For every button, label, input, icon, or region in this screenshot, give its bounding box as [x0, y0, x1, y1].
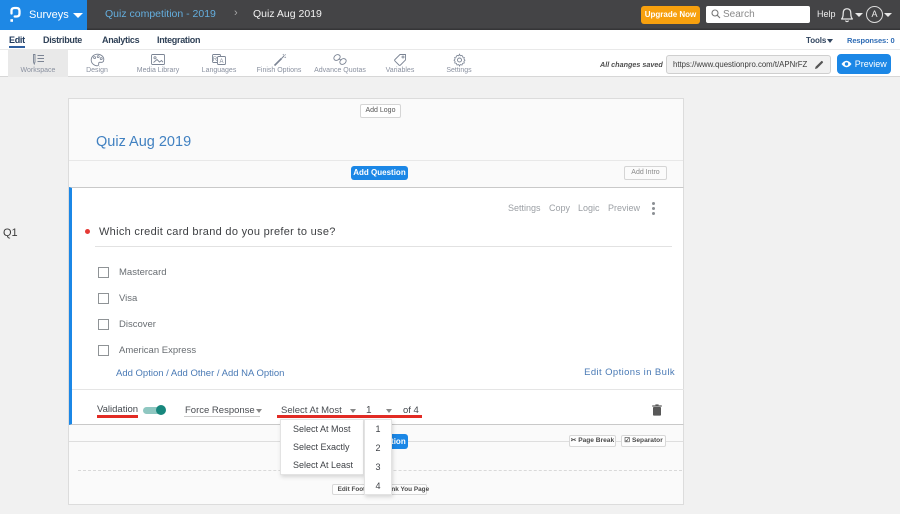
svg-text:R: R [213, 57, 218, 63]
svg-text:A: A [219, 59, 223, 65]
